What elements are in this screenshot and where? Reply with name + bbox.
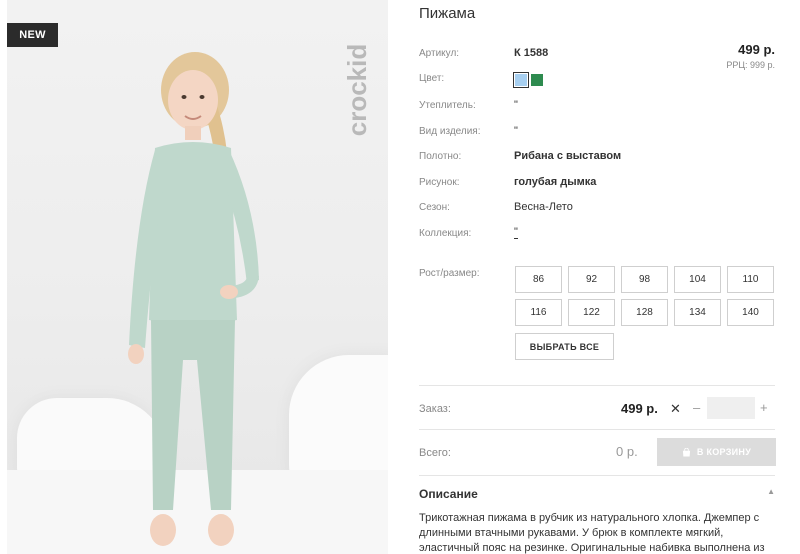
fabric-label: Полотно: (419, 151, 462, 162)
size-option[interactable]: 110 (727, 266, 774, 293)
size-option[interactable]: 140 (727, 299, 774, 326)
divider (419, 429, 775, 430)
size-option[interactable]: 134 (674, 299, 721, 326)
product-type-label: Вид изделия: (419, 126, 481, 137)
quantity-input[interactable] (707, 397, 755, 419)
color-swatch-blue[interactable] (513, 72, 529, 88)
product-details: Пижама 499 р. РРЦ: 999 р. Артикул: К 158… (419, 0, 779, 554)
pattern-value: голубая дымка (514, 176, 597, 188)
child-model-illustration (128, 52, 259, 546)
size-option[interactable]: 122 (568, 299, 615, 326)
collection-value: " (514, 226, 518, 238)
new-badge: NEW (7, 23, 58, 47)
product-photo[interactable]: NEW crockid (7, 0, 388, 554)
pattern-label: Рисунок: (419, 177, 460, 188)
divider (419, 385, 775, 386)
brand-logo-text: crockid (342, 44, 372, 137)
product-type-value: " (514, 125, 518, 137)
size-label: Рост/размер: (419, 268, 480, 279)
collection-underline (514, 238, 518, 239)
product-title: Пижама (419, 5, 476, 22)
description-text: Трикотажная пижама в рубчик из натуральн… (419, 512, 765, 554)
size-option[interactable]: 86 (515, 266, 562, 293)
size-option[interactable]: 104 (674, 266, 721, 293)
product-price: 499 р. (738, 42, 775, 57)
shopping-bag-icon (682, 447, 690, 457)
color-label: Цвет: (419, 73, 445, 84)
total-label: Всего: (419, 447, 451, 459)
article-label: Артикул: (419, 48, 460, 59)
collection-label: Коллекция: (419, 228, 472, 239)
add-to-cart-label: В КОРЗИНУ (696, 447, 752, 457)
fabric-value: Рибана с выставом (514, 150, 622, 162)
decrease-quantity-button[interactable]: – (693, 400, 700, 415)
total-value: 0 р. (616, 444, 638, 459)
brand-logo: crockid (337, 20, 377, 160)
size-option[interactable]: 92 (568, 266, 615, 293)
color-swatch-green[interactable] (531, 74, 543, 86)
clear-icon[interactable]: ✕ (670, 401, 681, 417)
insulation-value: " (514, 99, 518, 111)
recommended-retail-price: РРЦ: 999 р. (726, 60, 775, 70)
increase-quantity-button[interactable]: + (760, 400, 768, 415)
divider (419, 475, 775, 476)
select-all-sizes-button[interactable]: ВЫБРАТЬ ВСЕ (515, 333, 614, 360)
collapse-up-icon[interactable]: ▲ (767, 487, 775, 496)
insulation-label: Утеплитель: (419, 100, 476, 111)
description-title[interactable]: Описание (419, 487, 478, 501)
order-price: 499 р. (621, 401, 658, 416)
size-option[interactable]: 98 (621, 266, 668, 293)
season-value: Весна-Лето (514, 201, 573, 213)
order-label: Заказ: (419, 403, 451, 415)
size-option[interactable]: 128 (621, 299, 668, 326)
season-label: Сезон: (419, 202, 450, 213)
add-to-cart-button[interactable]: В КОРЗИНУ (657, 438, 776, 466)
article-value: К 1588 (514, 47, 549, 59)
size-option[interactable]: 116 (515, 299, 562, 326)
